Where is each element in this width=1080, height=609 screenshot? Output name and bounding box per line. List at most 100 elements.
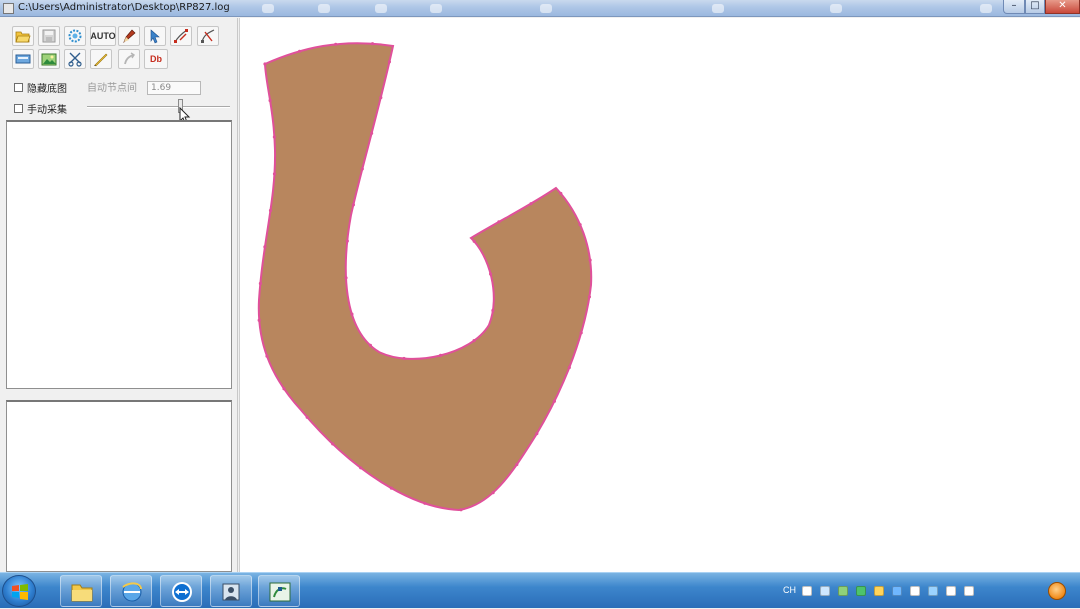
shape-node-point[interactable]: [298, 49, 302, 53]
start-button[interactable]: [2, 575, 36, 607]
draw-curve-button[interactable]: [197, 26, 219, 46]
picture-button[interactable]: [38, 49, 60, 69]
shape-node-point[interactable]: [578, 223, 582, 227]
app-icon: [3, 3, 14, 14]
shape-node-point[interactable]: [360, 167, 364, 171]
shape-node-point[interactable]: [350, 312, 354, 316]
draw-node-button[interactable]: [170, 26, 192, 46]
minimize-button[interactable]: –: [1003, 0, 1025, 14]
shape-node-point[interactable]: [489, 272, 493, 276]
hide-background-option[interactable]: 隐藏底图: [14, 80, 67, 95]
hide-background-checkbox[interactable]: [14, 83, 23, 92]
shape-node-point[interactable]: [459, 508, 463, 512]
scan-image-icon: [15, 54, 31, 64]
settings-button[interactable]: [64, 26, 86, 46]
shape-node-point[interactable]: [351, 203, 355, 207]
shape-node-point[interactable]: [268, 98, 272, 103]
taskbar-user-app[interactable]: [210, 575, 252, 607]
shape-node-point[interactable]: [263, 245, 267, 249]
tray-icon[interactable]: [874, 586, 884, 596]
shape-node-point[interactable]: [579, 331, 583, 335]
shape-node-point[interactable]: [389, 486, 393, 490]
manual-capture-checkbox[interactable]: [14, 104, 23, 113]
shape-node-point[interactable]: [588, 258, 592, 262]
shape-node-point[interactable]: [472, 239, 476, 243]
pen-edit-button[interactable]: [118, 26, 140, 46]
shape-node-point[interactable]: [559, 191, 563, 196]
drawing-canvas[interactable]: [239, 18, 1080, 572]
taskbar-explorer[interactable]: [60, 575, 102, 607]
shape-node-point[interactable]: [552, 399, 557, 403]
tray-icon[interactable]: [892, 586, 902, 596]
shape-node-point[interactable]: [423, 501, 427, 505]
undo-button[interactable]: [118, 49, 140, 69]
save-icon: [42, 29, 56, 43]
manual-capture-label: 手动采集: [27, 105, 67, 116]
shape-node-point[interactable]: [491, 491, 495, 495]
ruler-pencil-button[interactable]: [90, 49, 112, 69]
taskbar-vector-app[interactable]: [258, 575, 300, 607]
tray-app-icon[interactable]: [1048, 582, 1066, 600]
shape-node-point[interactable]: [272, 172, 277, 176]
shape-node-point[interactable]: [305, 415, 309, 419]
taskbar-ie-browser[interactable]: [110, 575, 152, 607]
teamviewer-icon: [172, 582, 192, 602]
title-bar: C:\Users\Administrator\Desktop\RP827.log…: [0, 0, 1080, 17]
shape-node-point[interactable]: [497, 220, 501, 224]
scan-image-button[interactable]: [12, 49, 34, 69]
close-button[interactable]: ✕: [1045, 0, 1080, 14]
shape-node-point[interactable]: [368, 343, 372, 347]
db-button[interactable]: Db: [144, 49, 168, 69]
traced-shape[interactable]: [257, 42, 593, 512]
taskbar: CH: [0, 572, 1080, 608]
auto-button[interactable]: AUTO: [90, 26, 116, 46]
open-folder-button[interactable]: [12, 26, 34, 46]
shape-node-point[interactable]: [282, 387, 286, 391]
input-language-indicator[interactable]: CH: [783, 585, 796, 595]
shape-node-point[interactable]: [344, 276, 348, 280]
threshold-slider[interactable]: [87, 99, 230, 113]
shape-node-point[interactable]: [567, 365, 571, 370]
pointer-select-button[interactable]: [144, 26, 166, 46]
tray-icon[interactable]: [820, 586, 830, 596]
tray-icon[interactable]: [946, 586, 956, 596]
tray-icon[interactable]: [802, 586, 812, 596]
shape-node-point[interactable]: [265, 354, 269, 358]
tray-icon[interactable]: [856, 586, 866, 596]
user-app-icon: [222, 583, 240, 601]
shape-node-point[interactable]: [439, 353, 443, 357]
shape-node-point[interactable]: [258, 281, 262, 286]
tray-icon[interactable]: [910, 586, 920, 596]
shape-node-point[interactable]: [402, 356, 406, 361]
shape-node-point[interactable]: [472, 339, 476, 343]
pen-edit-icon: [123, 29, 136, 44]
shape-node-point[interactable]: [515, 462, 519, 467]
tray-icon[interactable]: [928, 586, 938, 596]
maximize-button[interactable]: □: [1025, 0, 1045, 14]
cut-scissors-icon: [68, 52, 82, 67]
taskbar-teamviewer[interactable]: [160, 575, 202, 607]
shape-node-point[interactable]: [529, 202, 533, 206]
save-button[interactable]: [38, 26, 60, 46]
shape-node-point[interactable]: [359, 466, 363, 470]
manual-capture-option[interactable]: 手动采集: [14, 101, 67, 116]
shape-node-point[interactable]: [370, 42, 375, 46]
shape-node-point[interactable]: [535, 432, 539, 436]
shape-node-point[interactable]: [387, 60, 391, 64]
open-folder-icon: [15, 31, 31, 43]
shape-node-point[interactable]: [257, 318, 261, 322]
tray-icon[interactable]: [838, 586, 848, 596]
shape-node-point[interactable]: [379, 96, 383, 100]
shape-node-point[interactable]: [268, 208, 273, 213]
shape-node-point[interactable]: [345, 239, 349, 243]
tray-icon[interactable]: [964, 586, 974, 596]
auto-node-input[interactable]: 1.69: [147, 81, 201, 95]
shape-node-point[interactable]: [334, 42, 338, 46]
shape-node-point[interactable]: [331, 442, 335, 446]
shape-node-point[interactable]: [491, 308, 495, 313]
shape-node-point[interactable]: [370, 131, 374, 135]
shape-node-point[interactable]: [272, 135, 276, 139]
shape-node-point[interactable]: [587, 295, 592, 299]
shape-node-point[interactable]: [263, 62, 267, 66]
cut-scissors-button[interactable]: [64, 49, 86, 69]
